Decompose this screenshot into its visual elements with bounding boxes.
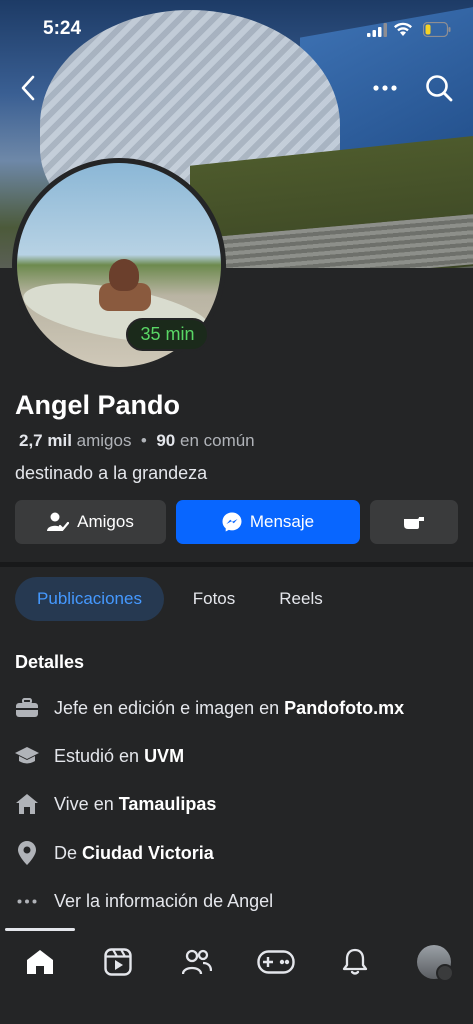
active-time-badge: 35 min (126, 318, 209, 351)
see-about-info-link[interactable]: Ver la información de Angel (15, 887, 273, 915)
detail-lives: Vive en Tamaulipas (15, 790, 216, 818)
gaming-icon (257, 950, 295, 974)
chevron-left-icon (21, 75, 35, 101)
detail-hometown-prefix: De (54, 842, 78, 863)
nav-gaming[interactable] (256, 942, 296, 982)
details-heading: Detalles (15, 652, 85, 672)
bottom-navigation (0, 932, 473, 1024)
detail-work-value[interactable]: Pandofoto.mx (284, 698, 404, 719)
graduation-cap-icon (15, 744, 39, 768)
search-icon (426, 75, 453, 102)
more-options-button[interactable] (368, 71, 402, 105)
wifi-icon (394, 22, 412, 36)
back-button[interactable] (11, 71, 45, 105)
location-pin-icon (15, 841, 39, 865)
bell-icon (342, 948, 368, 975)
detail-education-prefix: Estudió en (54, 745, 140, 766)
nav-profile-menu[interactable] (414, 942, 454, 982)
detail-education: Estudió en UVM (15, 742, 184, 770)
friends-button[interactable]: Amigos (15, 500, 166, 544)
nav-reels[interactable] (98, 942, 138, 982)
detail-hometown: De Ciudad Victoria (15, 839, 214, 867)
tab-publicaciones[interactable]: Publicaciones (15, 577, 164, 621)
more-dots-icon (373, 85, 397, 91)
nav-friends[interactable] (177, 942, 217, 982)
person-head (109, 259, 139, 291)
nav-notifications[interactable] (335, 942, 375, 982)
profile-more-button[interactable] (370, 500, 458, 544)
friends-icon (182, 949, 212, 975)
detail-education-value[interactable]: UVM (144, 746, 184, 767)
detail-lives-prefix: Vive en (54, 793, 114, 814)
detail-hometown-value[interactable]: Ciudad Victoria (82, 843, 214, 864)
reels-icon (104, 948, 132, 976)
detail-work-prefix: Jefe en edición e imagen en (54, 697, 280, 718)
status-time: 5:24 (43, 18, 82, 39)
friend-check-icon (47, 512, 70, 531)
message-button-label: Mensaje (249, 512, 315, 531)
profile-name: Angel Pando (15, 390, 181, 420)
nav-home[interactable] (20, 942, 60, 982)
mutual-count: 90 (156, 431, 176, 450)
more-dots-icon (15, 889, 39, 913)
poke-hand-icon (404, 517, 424, 529)
mutual-label: en común (179, 431, 255, 450)
stats-separator: • (140, 431, 147, 450)
battery-low-power-icon (423, 22, 451, 37)
briefcase-icon (15, 696, 39, 720)
friends-label: amigos (76, 431, 132, 450)
message-button[interactable]: Mensaje (176, 500, 360, 544)
see-about-info-label: Ver la información de Angel (54, 890, 274, 911)
cellular-signal-icon (367, 23, 387, 37)
tab-fotos[interactable]: Fotos (182, 577, 246, 621)
friends-count: 2,7 mil (19, 431, 72, 450)
home-icon (15, 792, 39, 816)
search-button[interactable] (422, 71, 456, 105)
detail-work: Jefe en edición e imagen en Pandofoto.mx (15, 694, 404, 722)
profile-bio: destinado a la grandeza (15, 463, 208, 483)
detail-lives-value[interactable]: Tamaulipas (119, 794, 217, 815)
section-divider (0, 562, 473, 567)
profile-avatar-icon (417, 945, 454, 982)
status-bar: 5:24 (0, 0, 473, 56)
friends-button-label: Amigos (77, 512, 134, 531)
tab-reels[interactable]: Reels (270, 577, 332, 621)
active-nav-indicator (5, 928, 75, 931)
home-icon (27, 950, 53, 974)
messenger-icon (222, 512, 242, 532)
friend-stats[interactable]: 2,7 mil amigos • 90 en común (19, 431, 255, 451)
